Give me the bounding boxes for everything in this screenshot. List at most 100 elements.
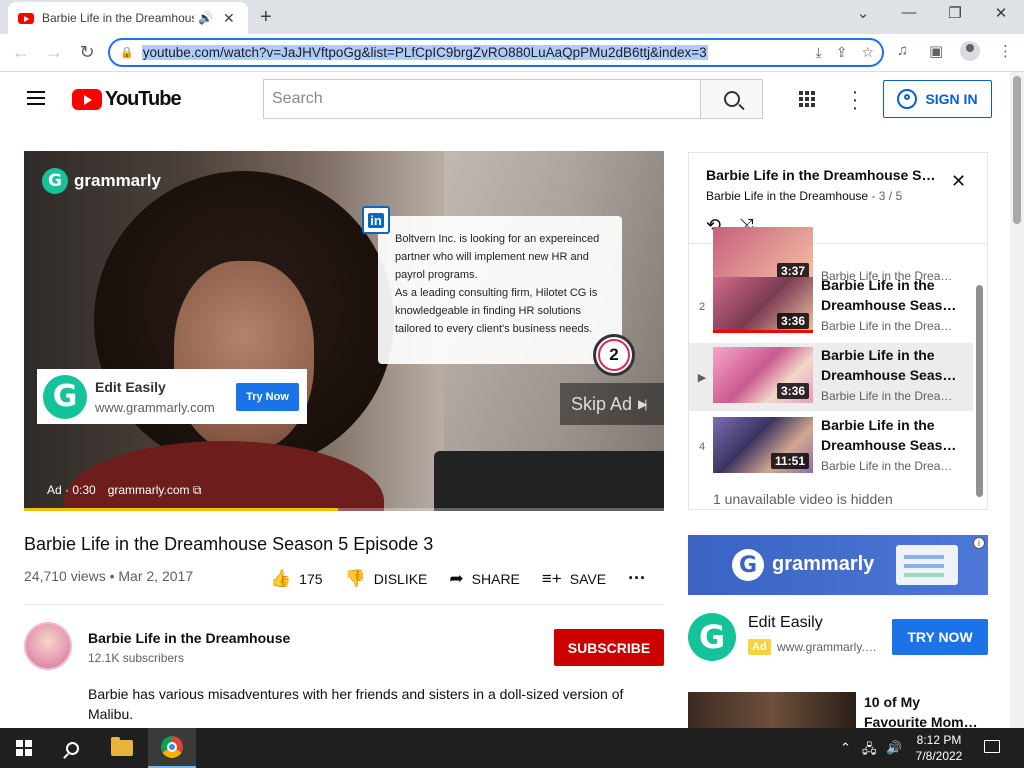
settings-more-icon[interactable]: · · · [850,82,860,118]
close-window-icon[interactable]: ✕ [986,4,1016,22]
thumbs-down-icon: 👎 [344,568,366,588]
subscribe-button[interactable]: SUBSCRIBE [554,629,664,666]
skip-ad-label: Skip Ad [571,393,633,414]
playlist-thumbnail: 3:36 [713,347,813,403]
video-actions: 👍 175 👎 DISLIKE ➦ SHARE ≡+ SAVE ··· [270,568,646,589]
side-ad-try-now-button[interactable]: TRY NOW [892,619,988,655]
close-tab-icon[interactable]: ✕ [223,10,235,27]
playlist-scrollbar[interactable] [976,285,983,497]
profile-avatar-icon[interactable] [960,41,980,61]
video-views-date: 24,710 views • Mar 2, 2017 [24,568,194,584]
forward-icon[interactable]: → [43,42,65,63]
banner-illustration [896,545,958,585]
playlist-title[interactable]: Barbie Life in the Dreamhouse Season 5 [706,167,940,183]
playlist-item-channel: Barbie Life in the Dreamhouse [821,389,961,403]
clock-time: 8:12 PM [916,733,962,747]
playlist-item-current[interactable]: ▶ 3:36 Barbie Life in the Dreamhouse Seas… [689,343,973,411]
ad-progress-bar[interactable] [24,508,664,511]
linkedin-message-card: Boltvern Inc. is looking for an experein… [378,216,622,364]
windows-logo-icon [16,740,32,756]
tab-search-icon[interactable]: ⌄ [848,4,878,22]
youtube-favicon-icon [18,12,34,24]
taskbar-search-button[interactable] [48,728,96,768]
new-tab-icon[interactable]: + [260,6,272,29]
dislike-label: DISLIKE [373,570,428,587]
like-button[interactable]: 👍 175 [270,569,323,589]
grammarly-logo-icon: G [43,374,87,419]
side-panel-icon[interactable]: ▣ [929,42,943,60]
linkedin-text-line: As a leading consulting firm, Hilotet CG… [395,287,598,299]
channel-name[interactable]: Barbie Life in the Dreamhouse [88,630,290,646]
close-playlist-icon[interactable]: ✕ [951,171,966,192]
save-button[interactable]: ≡+ SAVE [542,569,606,589]
network-icon[interactable]: 🖧 [862,740,877,762]
restore-icon[interactable]: ❐ [940,4,970,22]
ad-countdown: 2 [593,334,635,376]
show-hidden-icons-icon[interactable]: ⌃ [840,740,851,756]
page-scrollbar[interactable] [1010,72,1024,728]
share-button[interactable]: ➦ SHARE [449,569,519,589]
youtube-logo[interactable]: YouTube [72,88,182,111]
ad-overlay-card[interactable]: G Edit Easily www.grammarly.com Try Now [37,369,307,424]
media-control-icon[interactable]: ♫ [897,42,908,59]
ad-info-icon[interactable]: i [973,537,985,549]
side-ad-url[interactable]: www.grammarly.com [777,640,877,654]
grammarly-logo-icon: G [42,168,68,194]
volume-icon[interactable]: 🔊 [886,740,902,756]
dislike-button[interactable]: 👎 DISLIKE [345,569,428,589]
sign-in-label: SIGN IN [925,91,978,107]
ad-scene-laptop [434,451,664,511]
linkedin-text-line: payrol programs. [395,269,478,281]
url-text[interactable]: youtube.com/watch?v=JaJHVftpoGg&list=PLf… [141,45,708,60]
browser-tab[interactable]: Barbie Life in the Dreamhouse Season 5 E… [8,2,248,34]
channel-avatar[interactable] [24,622,72,670]
watched-progress-bar [713,330,813,333]
ad-card-url[interactable]: www.grammarly.com [95,400,215,415]
file-explorer-button[interactable] [98,728,146,768]
minimize-icon[interactable]: — [894,4,924,21]
grammarly-logo-icon: G [732,549,764,581]
sign-in-button[interactable]: SIGN IN [883,80,992,118]
ad-scene-person-shirt [64,441,384,511]
playlist-channel[interactable]: Barbie Life in the Dreamhouse [706,189,868,203]
address-bar[interactable]: 🔒 youtube.com/watch?v=JaJHVftpoGg&list=P… [108,38,884,67]
system-clock[interactable]: 8:12 PM 7/8/2022 [905,732,973,764]
ad-label: Ad · 0:30 [47,483,96,497]
hamburger-menu-icon[interactable] [27,91,45,105]
side-ad-card[interactable]: G Edit Easily Ad www.grammarly.com TRY N… [688,611,988,667]
search-input[interactable]: Search [263,79,700,119]
lock-icon[interactable]: 🔒 [120,46,134,59]
share-page-icon[interactable]: ⇪ [836,44,848,61]
playlist-item-title: Barbie Life in theDreamhouse Season 5 Ep… [821,417,961,453]
recommended-video[interactable]: 10 of My Favourite Moments [688,692,988,728]
video-description: Barbie has various misadventures with he… [88,686,624,722]
ad-try-now-button[interactable]: Try Now [236,383,299,411]
search-button[interactable] [700,79,763,119]
reload-icon[interactable]: ↻ [76,42,98,63]
more-actions-icon[interactable]: ··· [628,568,646,589]
playlist-item-channel: Barbie Life in the Dreamhouse [821,319,961,333]
playlist-item[interactable]: 4 11:51 Barbie Life in the Dreamhouse Sea… [689,413,973,481]
ad-domain-link[interactable]: grammarly.com ⧉ [108,483,202,498]
install-icon[interactable]: ⤓ [816,44,822,61]
bookmark-star-icon[interactable]: ☆ [861,44,874,61]
side-ad-banner[interactable]: G grammarly i [688,535,988,595]
back-icon[interactable]: ← [10,42,32,63]
browser-menu-icon[interactable]: ⋮ [998,42,1013,60]
linkedin-text-line: knowledgeable in finding HR solutions [395,305,581,317]
audio-playing-icon[interactable]: 🔊 [198,11,213,25]
chrome-taskbar-button[interactable] [148,728,196,768]
playlist-item[interactable]: 2 3:36 Barbie Life in the Dreamhouse Seas… [689,273,973,341]
save-label: SAVE [569,570,607,587]
clock-date: 7/8/2022 [915,749,963,763]
video-player[interactable]: G grammarly Boltvern Inc. is looking for… [24,151,664,511]
playlist-subtitle: Barbie Life in the Dreamhouse - 3 / 5 [706,189,903,203]
page-scrollbar-thumb[interactable] [1013,76,1021,224]
start-button[interactable] [0,728,48,768]
grammarly-logo-icon: G [688,613,736,661]
playlist-item-channel: Barbie Life in the Dreamhouse [821,459,961,473]
now-playing-icon: ▶ [697,372,707,384]
skip-ad-button[interactable]: Skip Ad ▶| [560,383,664,425]
notifications-icon[interactable] [984,740,1000,753]
apps-grid-icon[interactable] [799,91,815,107]
